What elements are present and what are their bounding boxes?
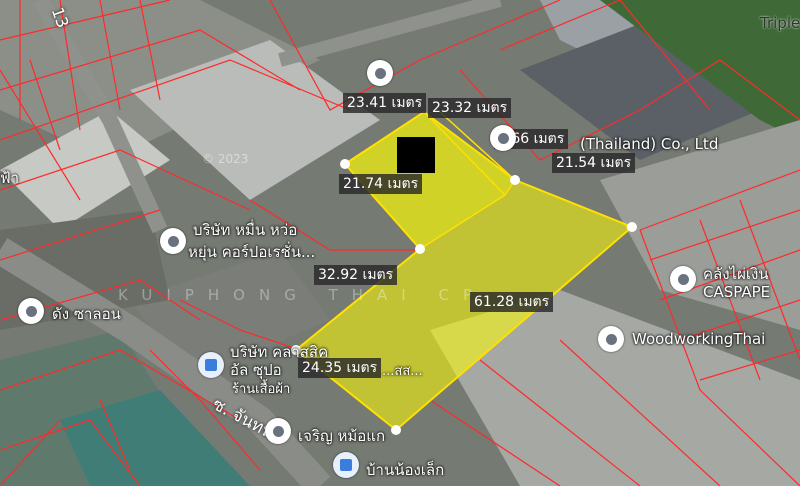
place-pin-icon[interactable]: [670, 266, 696, 292]
measure-label-5: 21.74 เมตร: [339, 174, 423, 194]
map-copyright: © 2023: [202, 152, 249, 166]
place-label-dang[interactable]: ดัง ซาลอน: [52, 302, 121, 326]
place-label-woodworking[interactable]: WoodworkingThai: [632, 330, 765, 348]
place-label-charoen[interactable]: เจริญ หม้อแก: [298, 424, 385, 448]
place-pin-icon[interactable]: [18, 298, 44, 324]
measure-label-1: 23.41 เมตร: [343, 93, 427, 113]
place-label-triple[interactable]: Triple: [760, 14, 800, 32]
place-label-company-a-1[interactable]: บริษัท หมื่น หว่อ: [193, 218, 297, 242]
place-label-clothes-shop[interactable]: ร้านเสื้อผ้า: [232, 378, 290, 399]
place-label-company-a-2[interactable]: หยุ่น คอร์ปอเรชั่น...: [188, 240, 315, 264]
place-pin-icon[interactable]: [490, 125, 516, 151]
satellite-map[interactable]: © 2023 KUIPHONG THAI CP 13 ซ. จันทน์ 23.…: [0, 0, 800, 486]
measure-label-6: 32.92 เมตร: [314, 265, 398, 285]
map-layer: [0, 0, 800, 486]
land-label: ...สส...: [382, 364, 423, 379]
place-pin-icon[interactable]: [160, 228, 186, 254]
place-pin-icon[interactable]: [598, 326, 624, 352]
measure-label-2: 23.32 เมตร: [428, 98, 512, 118]
shopping-cart-icon[interactable]: [333, 452, 359, 478]
place-label-company-thailand[interactable]: (Thailand) Co., Ltd: [580, 135, 718, 153]
place-label-ban-nong-lek[interactable]: บ้านน้องเล็ก: [366, 458, 444, 482]
place-label-caspaper[interactable]: CASPAPE: [703, 283, 770, 301]
place-pin-icon[interactable]: [265, 418, 291, 444]
redaction-box: [397, 137, 435, 173]
measure-label-4: 21.54 เมตร: [552, 153, 636, 173]
measure-label-7: 61.28 เมตร: [470, 292, 554, 312]
place-label-fa[interactable]: ฟ้า: [0, 166, 19, 190]
place-pin-icon[interactable]: [367, 60, 393, 86]
shopping-bag-icon[interactable]: [198, 352, 224, 378]
watermark-text: KUIPHONG THAI CP: [118, 286, 486, 304]
